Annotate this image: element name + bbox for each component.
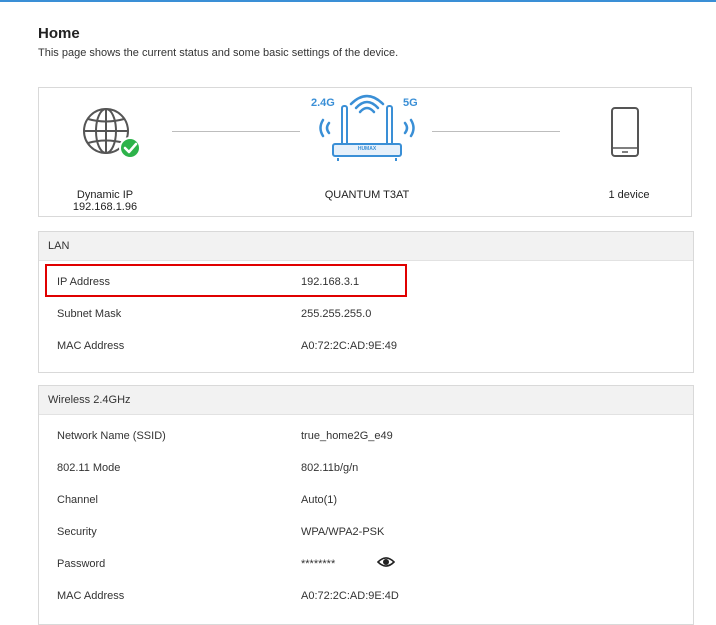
- top-accent-rule: [0, 0, 716, 2]
- lan-subnet-value: 255.255.255.0: [301, 308, 372, 320]
- ssid-label: Network Name (SSID): [57, 430, 166, 442]
- channel-value: Auto(1): [301, 494, 338, 506]
- wireless-row-mac: MAC Address A0:72:2C:AD:9E:4D: [39, 580, 693, 612]
- wireless-row-mode: 802.11 Mode 802.11b/g/n: [39, 452, 693, 484]
- ssid-value: true_home2G_e49: [301, 430, 393, 442]
- wan-ip-address: 192.168.1.96: [72, 201, 138, 213]
- lan-section-header: LAN: [39, 232, 693, 261]
- wireless-mac-label: MAC Address: [57, 590, 125, 602]
- security-label: Security: [57, 526, 97, 538]
- mode-label: 802.11 Mode: [57, 462, 121, 474]
- mode-value: 802.11b/g/n: [301, 462, 359, 474]
- wireless-row-ssid: Network Name (SSID) true_home2G_e49: [39, 420, 693, 452]
- wireless-row-security: Security WPA/WPA2-PSK: [39, 516, 693, 548]
- lan-mac-label: MAC Address: [57, 340, 125, 352]
- router-icon[interactable]: 2.4G 5G HUMAX: [308, 92, 426, 162]
- wireless-row-channel: Channel Auto(1): [39, 484, 693, 516]
- router-name-label: QUANTUM T3AT: [324, 189, 410, 201]
- globe-icon[interactable]: [81, 106, 143, 160]
- eye-icon[interactable]: [377, 555, 395, 569]
- clients-label[interactable]: 1 device: [579, 189, 679, 201]
- page-title: Home: [38, 25, 80, 42]
- internet-label: Dynamic IP 192.168.1.96: [52, 189, 158, 213]
- wireless-row-password: Password ********: [39, 548, 693, 580]
- lan-subnet-label: Subnet Mask: [57, 308, 122, 320]
- password-label: Password: [57, 558, 106, 570]
- lan-mac-value: A0:72:2C:AD:9E:49: [301, 340, 398, 352]
- highlight-box-ip-address: [45, 264, 407, 297]
- wireless-24ghz-header: Wireless 2.4GHz: [39, 386, 693, 415]
- lan-row-subnet: Subnet Mask 255.255.255.0: [39, 298, 693, 330]
- page-description: This page shows the current status and s…: [38, 47, 399, 59]
- check-badge-icon: [119, 137, 141, 159]
- password-value: ********: [301, 558, 336, 570]
- security-value: WPA/WPA2-PSK: [301, 526, 385, 538]
- lan-row-mac: MAC Address A0:72:2C:AD:9E:49: [39, 330, 693, 362]
- router-brand-text: HUMAX: [357, 146, 377, 152]
- lan-section: LAN IP Address 192.168.3.1 Subnet Mask 2…: [38, 231, 694, 373]
- wireless-mac-value: A0:72:2C:AD:9E:4D: [301, 590, 399, 602]
- wireless-24ghz-section: Wireless 2.4GHz Network Name (SSID) true…: [38, 385, 694, 625]
- connection-type: Dynamic IP: [76, 189, 134, 201]
- connection-line-clients: [432, 131, 560, 132]
- connection-line-internet: [172, 131, 300, 132]
- phone-icon[interactable]: [610, 106, 642, 160]
- network-topology-panel: 2.4G 5G HUMAX Dynamic IP 192.168.1.96 QU…: [38, 87, 692, 217]
- channel-label: Channel: [57, 494, 98, 506]
